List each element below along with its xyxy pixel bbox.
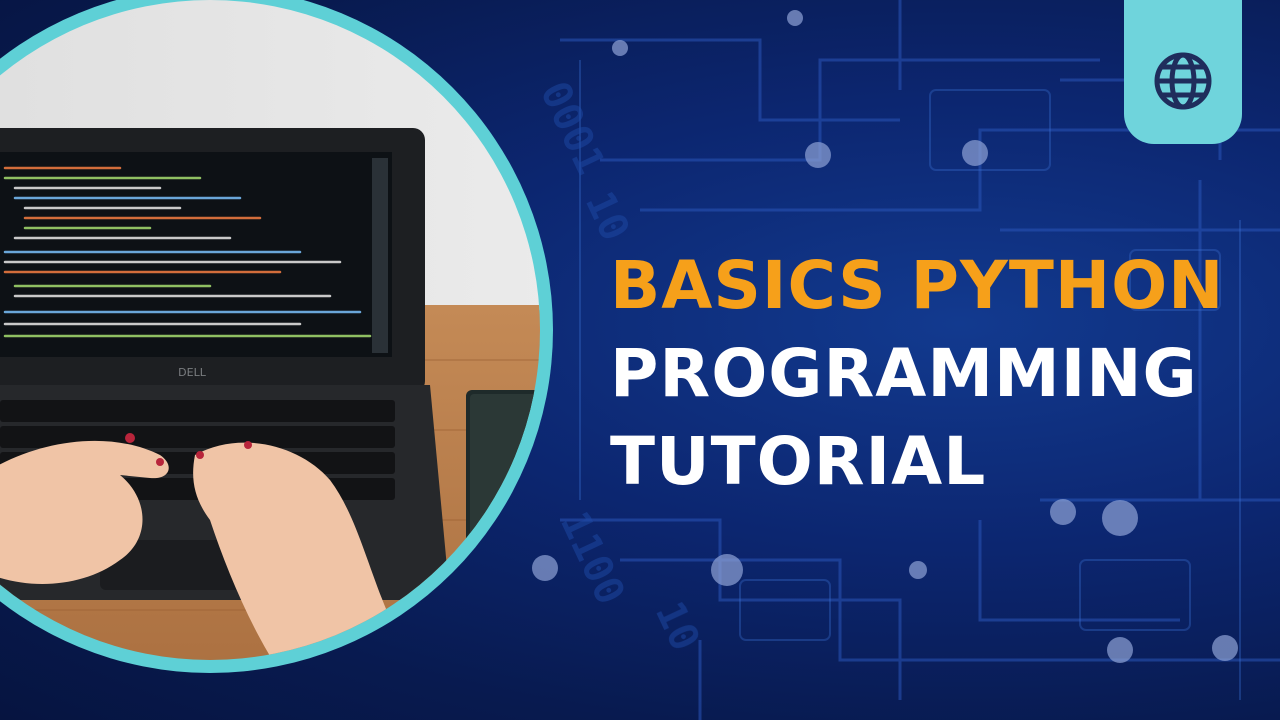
title-line-1: BASICS PYTHON: [610, 247, 1225, 324]
thumbnail: 0001 10 1100 10 DELL BASICS PYTHON PROGR…: [0, 0, 1280, 720]
title-line-2: PROGRAMMING: [610, 335, 1198, 412]
title-line-3: TUTORIAL: [610, 423, 987, 500]
laptop-brand: DELL: [178, 366, 207, 379]
title-block: BASICS PYTHON PROGRAMMING TUTORIAL: [610, 242, 1250, 506]
globe-badge: [1124, 0, 1242, 144]
globe-icon: [1154, 52, 1212, 110]
